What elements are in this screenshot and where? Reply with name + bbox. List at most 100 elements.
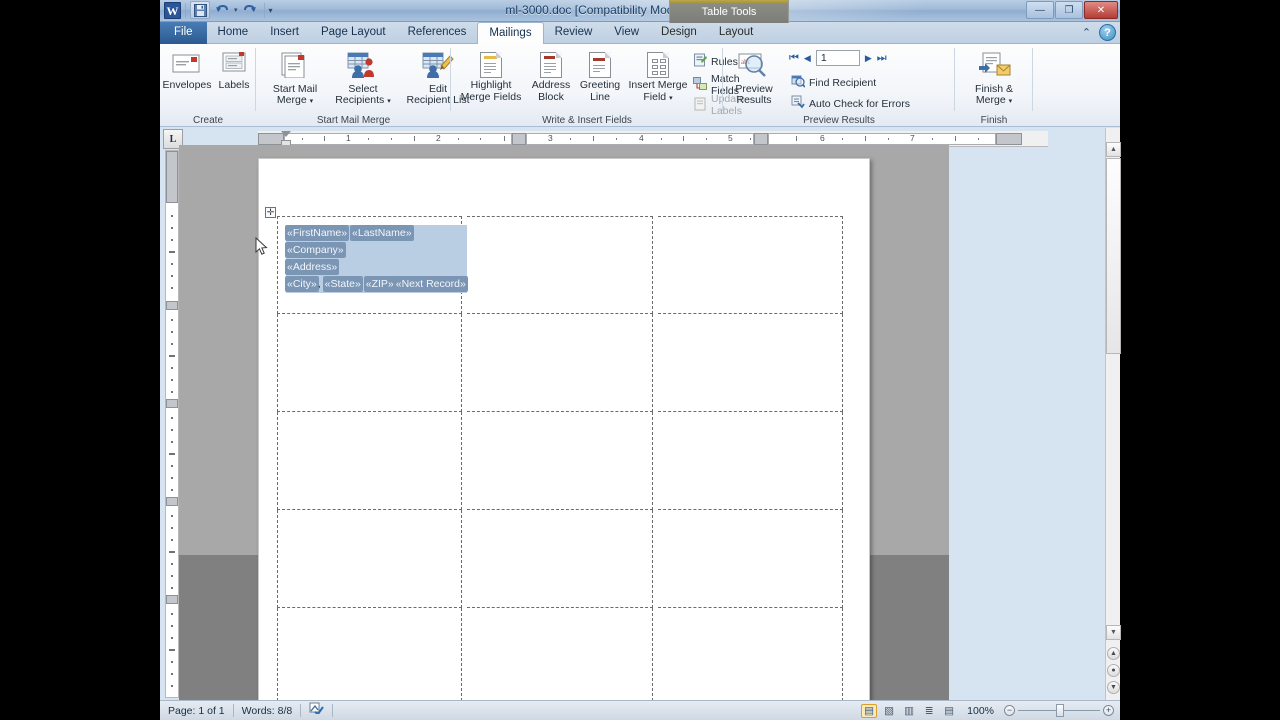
zoom-slider[interactable]: − + [1004,704,1114,717]
merge-fields-block[interactable]: «FirstName» «LastName» «Company» «Addres… [286,225,467,293]
tab-page-layout[interactable]: Page Layout [310,22,397,44]
merge-field-line-2[interactable]: «Company» [286,242,467,259]
undo-dropdown-icon[interactable]: ▾ [234,6,238,14]
next-record-button[interactable]: ▶ [865,53,872,64]
label-cell-3-1[interactable] [277,412,463,510]
field-firstname[interactable]: «FirstName» [286,226,349,240]
label-cell-4-2[interactable] [467,510,653,608]
zoom-track[interactable] [1018,704,1100,717]
start-mail-merge-button[interactable]: Start Mail Merge ▾ [264,52,326,108]
label-cell-5-3[interactable] [658,608,844,700]
view-full-screen-reading-button[interactable]: ▧ [881,704,897,718]
record-number-input[interactable]: 1 [815,50,860,66]
label-cell-4-3[interactable] [657,510,844,608]
tab-review[interactable]: Review [544,22,604,44]
collapse-ribbon-icon[interactable]: ⌃ [1078,24,1095,41]
preview-results-button[interactable]: abc Preview Results [728,52,780,107]
ruler-number-6: 6 [820,133,825,143]
customize-qat-icon[interactable]: ▾ [269,6,273,15]
page-indicator[interactable]: Page: 1 of 1 [160,701,233,720]
view-draft-button[interactable]: ▤ [941,704,957,718]
zoom-slider-handle[interactable] [1056,704,1064,717]
merge-field-line-1[interactable]: «FirstName» «LastName» [286,225,467,242]
save-icon[interactable] [190,1,210,19]
ribbon-group-start-mail-merge: Start Mail Merge ▾ Select Recipients ▾ E… [256,44,470,127]
label-cell-5-2[interactable] [467,608,653,700]
tab-design[interactable]: Design [650,22,708,44]
tab-home[interactable]: Home [207,22,260,44]
proofing-status-icon[interactable] [301,701,332,720]
tab-mailings[interactable]: Mailings [477,22,544,45]
help-icon[interactable]: ? [1099,24,1116,41]
update-labels-icon [693,97,707,114]
field-next-record[interactable]: «Next Record» [394,277,467,291]
word-logo-icon[interactable]: W [164,1,181,19]
last-record-button[interactable]: ⏭ [877,52,887,65]
merge-field-line-4[interactable]: «City», «State» «ZIP» «Next Record» [286,276,467,293]
field-zip[interactable]: «ZIP» [364,277,395,291]
previous-record-button[interactable]: ◀ [804,53,811,64]
field-state[interactable]: «State» [323,277,362,291]
scroll-down-button[interactable]: ▼ [1106,625,1121,640]
vertical-scrollbar[interactable]: ▲ ▼ ▲ ● ▼ [1105,128,1121,700]
label-cell-3-2[interactable] [467,412,653,510]
address-block-button[interactable]: Address Block [527,52,575,103]
scroll-up-button[interactable]: ▲ [1106,142,1121,157]
restore-button[interactable]: ❐ [1055,1,1083,19]
insert-merge-field-dropdown-icon: ▾ [669,94,673,102]
qat-separator [185,2,186,18]
next-page-button[interactable]: ▼ [1107,681,1120,694]
label-cell-2-2[interactable] [467,314,653,412]
field-lastname[interactable]: «LastName» [351,226,413,240]
view-outline-button[interactable]: ≣ [921,704,937,718]
select-recipients-button[interactable]: Select Recipients ▾ [328,52,398,108]
label-cell-4-1[interactable] [277,510,463,608]
field-company[interactable]: «Company» [286,243,345,257]
labels-table[interactable]: «FirstName» «LastName» «Company» «Addres… [277,216,844,700]
tab-insert[interactable]: Insert [259,22,310,44]
minimize-button[interactable]: — [1026,1,1054,19]
table-move-handle[interactable]: ✛ [265,207,276,218]
view-web-layout-button[interactable]: ▥ [901,704,917,718]
zoom-out-button[interactable]: − [1004,705,1015,716]
vertical-ruler[interactable] [165,150,179,698]
label-cell-2-3[interactable] [657,314,844,412]
status-divider-3 [332,704,334,717]
document-page[interactable]: ✛ «FirstName» «LastName» «Company» «Addr… [258,158,870,700]
close-button[interactable]: ✕ [1084,1,1118,19]
first-line-indent-marker[interactable] [281,131,291,137]
select-recipients-label-2: Recipients ▾ [335,94,391,106]
tab-layout[interactable]: Layout [708,22,765,44]
auto-check-errors-button[interactable]: Auto Check for Errors [791,95,910,112]
word-count-indicator[interactable]: Words: 8/8 [234,701,301,720]
scrollbar-thumb[interactable] [1106,158,1121,354]
find-recipient-button[interactable]: Find Recipient [791,74,876,91]
tab-file[interactable]: File [160,22,207,44]
tab-view[interactable]: View [603,22,650,44]
merge-field-line-3[interactable]: «Address» [286,259,467,276]
label-cell-5-1[interactable] [277,608,463,700]
first-record-button[interactable]: ⏮ [789,52,799,65]
greeting-line-button[interactable]: Greeting Line [575,52,625,103]
labels-button[interactable]: Labels [214,52,254,91]
field-city[interactable]: «City» [286,277,318,291]
zoom-in-button[interactable]: + [1103,705,1114,716]
previous-page-button[interactable]: ▲ [1107,647,1120,660]
zoom-level-label[interactable]: 100% [961,701,1000,720]
tab-references[interactable]: References [397,22,478,44]
label-cell-3-3[interactable] [657,412,844,510]
insert-merge-field-button[interactable]: Insert Merge Field ▾ [625,52,691,104]
redo-icon[interactable] [240,1,260,19]
finish-and-merge-button[interactable]: Finish & Merge ▾ [965,52,1023,108]
highlight-merge-fields-button[interactable]: Highlight Merge Fields [457,52,525,103]
label-cell-1-1[interactable]: «FirstName» «LastName» «Company» «Addres… [277,216,467,314]
select-browse-object-button[interactable]: ● [1107,664,1120,677]
document-workspace[interactable]: ✛ «FirstName» «LastName» «Company» «Addr… [179,145,949,700]
undo-icon[interactable] [212,1,232,19]
label-cell-2-1[interactable] [277,314,463,412]
label-cell-1-2[interactable] [467,216,653,314]
envelopes-button[interactable]: Envelopes [162,52,212,91]
view-print-layout-button[interactable]: ▤ [861,703,878,718]
label-cell-1-3[interactable] [657,216,844,314]
field-address[interactable]: «Address» [286,260,339,274]
